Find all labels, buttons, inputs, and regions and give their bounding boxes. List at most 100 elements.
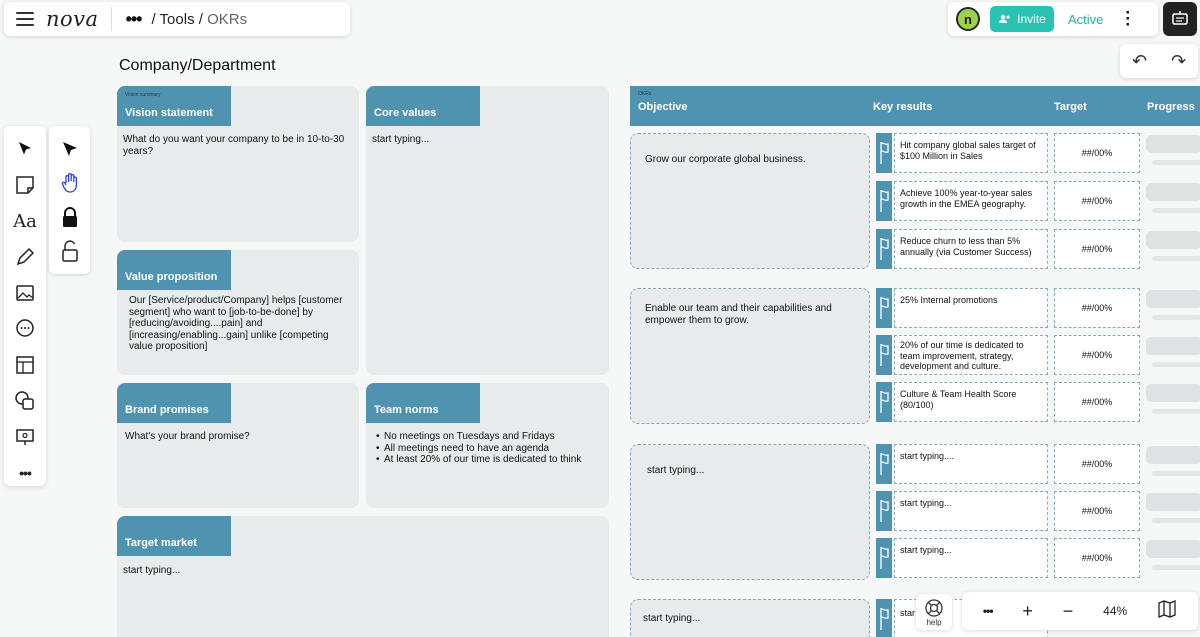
target-value[interactable]: ##/00% (1054, 181, 1140, 221)
flag-icon (876, 382, 892, 422)
progress-bar[interactable] (1146, 446, 1200, 482)
team-norms-box[interactable]: Team norms No meetings on Tuesdays and F… (366, 383, 609, 508)
target-value[interactable]: ##/00% (1054, 444, 1140, 484)
key-result-row: start typing... ##/00% (876, 491, 1200, 531)
team-norms-list[interactable]: No meetings on Tuesdays and Fridays All … (376, 431, 599, 466)
sticky-note-icon[interactable] (13, 174, 37, 196)
redo-icon[interactable]: ↷ (1171, 51, 1186, 72)
list-item: All meetings need to have an agenda (376, 443, 599, 455)
present-button[interactable] (1163, 2, 1197, 36)
key-result-row: Reduce churn to less than 5% annually (v… (876, 229, 1200, 269)
progress-bar[interactable] (1146, 135, 1200, 171)
avatar[interactable]: n (956, 7, 980, 31)
key-result-text[interactable]: 25% Internal promotions (894, 288, 1048, 328)
objective-text[interactable]: start typing... (643, 613, 857, 625)
divider (110, 7, 112, 31)
map-icon[interactable] (1157, 599, 1177, 623)
target-value[interactable]: ##/00% (1054, 288, 1140, 328)
zoom-out-icon[interactable]: − (1063, 601, 1074, 622)
box-title: Brand promises (125, 404, 209, 416)
target-value[interactable]: ##/00% (1054, 491, 1140, 531)
flag-icon (876, 229, 892, 269)
target-value[interactable]: ##/00% (1054, 538, 1140, 578)
key-result-row: Hit company global sales target of $100 … (876, 133, 1200, 173)
key-result-row: start typing... ##/00% (876, 538, 1200, 578)
box-text[interactable]: Our [Service/product/Company] helps [cus… (129, 295, 349, 353)
box-text[interactable]: What do you want your company to be in 1… (123, 134, 349, 157)
comment-icon[interactable] (13, 318, 37, 340)
box-text[interactable]: What's your brand promise? (125, 431, 349, 443)
objective-card[interactable]: Enable our team and their capabilities a… (630, 288, 870, 424)
target-value[interactable]: ##/00% (1054, 382, 1140, 422)
key-result-text[interactable]: Achieve 100% year-to-year sales growth i… (894, 181, 1048, 221)
box-header: Brand promises (117, 383, 231, 423)
shapes-icon[interactable] (13, 390, 37, 412)
lock-icon[interactable] (58, 206, 82, 228)
zoom-controls: ••• + − 44% (962, 592, 1198, 630)
objective-text[interactable]: Enable our team and their capabilities a… (645, 303, 857, 326)
presentation-icon[interactable] (13, 426, 37, 448)
key-result-text[interactable]: 20% of our time is dedicated to team imp… (894, 335, 1048, 375)
target-value[interactable]: ##/00% (1054, 335, 1140, 375)
vision-statement-box[interactable]: Vision summary Vision statement What do … (117, 86, 359, 242)
zoom-in-icon[interactable]: + (1022, 601, 1033, 622)
list-item: No meetings on Tuesdays and Fridays (376, 431, 599, 443)
users-icon (999, 14, 1010, 23)
hamburger-menu-icon[interactable] (16, 12, 34, 26)
key-result-text[interactable]: start typing... (894, 491, 1048, 531)
progress-bar[interactable] (1146, 231, 1200, 267)
breadcrumb-okrs[interactable]: OKRs (207, 11, 247, 28)
help-button[interactable]: help (916, 594, 952, 630)
undo-icon[interactable]: ↶ (1132, 51, 1147, 72)
box-text[interactable]: start typing... (123, 565, 599, 577)
progress-bar[interactable] (1146, 337, 1200, 373)
progress-bar[interactable] (1146, 540, 1200, 576)
key-result-text[interactable]: Hit company global sales target of $100 … (894, 133, 1048, 173)
image-icon[interactable] (13, 282, 37, 304)
key-result-row: Culture & Team Health Score (80/100) ##/… (876, 382, 1200, 422)
column-objective: Objective (638, 101, 688, 113)
select-icon[interactable] (13, 138, 37, 160)
core-values-box[interactable]: Core values start typing... (366, 86, 609, 375)
key-result-text[interactable]: Reduce churn to less than 5% annually (v… (894, 229, 1048, 269)
key-result-text[interactable]: Culture & Team Health Score (80/100) (894, 382, 1048, 422)
objective-card[interactable]: start typing... (630, 444, 870, 580)
objective-text[interactable]: start typing... (647, 465, 857, 477)
progress-bar[interactable] (1146, 290, 1200, 326)
text-icon[interactable]: Aa (13, 210, 37, 232)
kebab-menu-icon[interactable]: · · · (1125, 4, 1131, 33)
objective-card[interactable]: start typing... (630, 599, 870, 637)
table-icon[interactable] (13, 354, 37, 376)
progress-bar[interactable] (1146, 493, 1200, 529)
flag-icon (876, 288, 892, 328)
collab-bar: n Invite Active · · · (948, 2, 1158, 36)
objective-text[interactable]: Grow our corporate global business. (645, 154, 857, 166)
box-text[interactable]: start typing... (372, 134, 599, 146)
progress-bar[interactable] (1146, 384, 1200, 420)
progress-bar[interactable] (1146, 183, 1200, 219)
target-value[interactable]: ##/00% (1054, 229, 1140, 269)
column-key-results: Key results (873, 101, 933, 113)
target-value[interactable]: ##/00% (1054, 133, 1140, 173)
more-icon[interactable]: ••• (983, 604, 994, 618)
undo-redo-bar: ↶ ↷ (1120, 44, 1198, 78)
unlock-icon[interactable] (58, 240, 82, 262)
more-icon[interactable]: ••• (13, 462, 37, 484)
key-result-text[interactable]: start typing... (894, 538, 1048, 578)
flag-icon (876, 599, 892, 637)
zoom-level: 44% (1103, 604, 1128, 618)
target-market-box[interactable]: Target market start typing... (117, 516, 609, 637)
value-proposition-box[interactable]: Value proposition Our [Service/product/C… (117, 250, 359, 375)
breadcrumb-tools[interactable]: Tools (160, 11, 195, 28)
invite-button[interactable]: Invite (990, 6, 1054, 32)
brand-promises-box[interactable]: Brand promises What's your brand promise… (117, 383, 359, 508)
key-result-text[interactable]: start typing.... (894, 444, 1048, 484)
objective-card[interactable]: Grow our corporate global business. (630, 133, 870, 269)
hand-icon[interactable] (58, 172, 82, 194)
pointer-icon[interactable] (58, 138, 82, 160)
app-logo[interactable]: nova (46, 7, 99, 31)
list-item: At least 20% of our time is dedicated to… (376, 454, 599, 466)
pen-icon[interactable] (13, 246, 37, 268)
help-label: help (926, 617, 942, 627)
more-breadcrumb-icon[interactable]: ••• (126, 9, 143, 30)
